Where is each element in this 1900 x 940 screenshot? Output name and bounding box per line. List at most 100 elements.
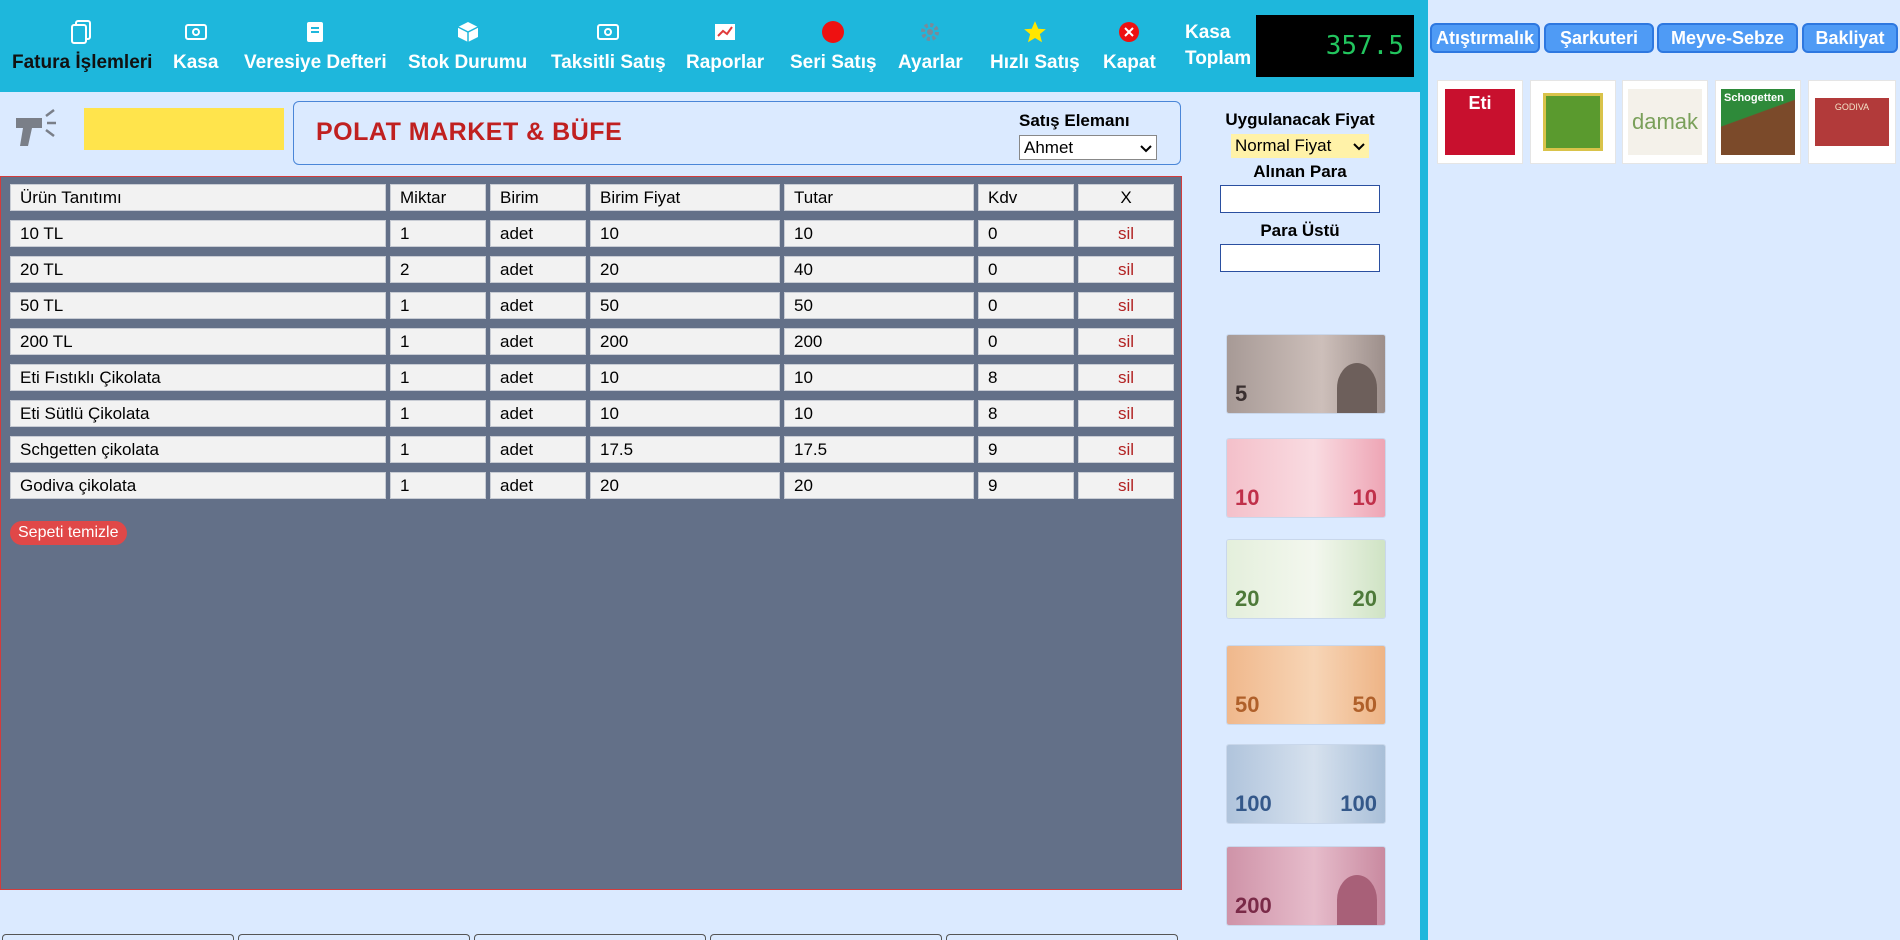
cell-quantity[interactable]: 1	[390, 328, 486, 355]
change-input[interactable]	[1220, 244, 1380, 272]
nav-label: Kasa	[173, 52, 219, 73]
nav-taksitli-satis[interactable]: Taksitli Satış	[551, 18, 666, 82]
delete-link[interactable]: sil	[1078, 472, 1174, 499]
book-icon	[301, 18, 329, 46]
price-type-select[interactable]: Normal Fiyat	[1231, 134, 1369, 158]
delete-link[interactable]: sil	[1078, 364, 1174, 391]
chevron-down-icon	[1140, 138, 1152, 158]
nav-label: Taksitli Satış	[551, 52, 666, 73]
cell-quantity[interactable]: 1	[390, 220, 486, 247]
cell-product: Eti Sütlü Çikolata	[10, 400, 386, 427]
cell-unit: adet	[490, 256, 586, 283]
product-brand: damak	[1631, 109, 1699, 134]
product-eti-fistikli[interactable]: Eti	[1437, 80, 1523, 164]
banknote-5[interactable]: 5	[1227, 335, 1385, 413]
cell-quantity[interactable]: 1	[390, 400, 486, 427]
nav-kapat[interactable]: Kapat	[1103, 18, 1156, 82]
nav-seri-satis[interactable]: Seri Satış	[790, 18, 877, 82]
category-atistirmalik[interactable]: Atıştırmalık	[1430, 23, 1540, 53]
product-schogetten[interactable]: Schogetten	[1715, 80, 1801, 164]
nav-raporlar[interactable]: Raporlar	[686, 18, 764, 82]
chocolate-package-icon: GODIVA	[1815, 98, 1889, 146]
table-row: 200 TL 1 adet 200 200 0 sil	[10, 328, 1174, 355]
table-row: 10 TL 1 adet 10 10 0 sil	[10, 220, 1174, 247]
col-header-miktar: Miktar	[390, 184, 486, 211]
nav-hizli-satis[interactable]: Hızlı Satış	[990, 18, 1080, 82]
banknote-200[interactable]: 200	[1227, 847, 1385, 925]
cell-unit: adet	[490, 400, 586, 427]
barcode-scanner-icon	[12, 106, 60, 154]
cell-kdv: 0	[978, 220, 1074, 247]
product-godiva[interactable]: GODIVA	[1808, 80, 1896, 164]
banknote-100[interactable]: 100 100	[1227, 745, 1385, 823]
clear-cart-button[interactable]: Sepeti temizle	[10, 521, 127, 545]
category-meyve-sebze[interactable]: Meyve-Sebze	[1657, 23, 1798, 53]
product-damak[interactable]: damak	[1622, 80, 1708, 164]
category-sarkuteri[interactable]: Şarkuteri	[1544, 23, 1654, 53]
bottom-tab[interactable]	[238, 934, 470, 940]
cell-product: 10 TL	[10, 220, 386, 247]
banknote-50[interactable]: 50 50	[1227, 646, 1385, 724]
cell-kdv: 0	[978, 292, 1074, 319]
chocolate-package-icon	[1543, 93, 1603, 151]
documents-icon	[68, 18, 96, 46]
kasa-total-display: 357.5	[1256, 15, 1414, 77]
cell-unit-price[interactable]: 10	[590, 364, 780, 391]
bottom-tab[interactable]	[474, 934, 706, 940]
delete-link[interactable]: sil	[1078, 220, 1174, 247]
cell-unit-price[interactable]: 20	[590, 472, 780, 499]
table-row: Eti Sütlü Çikolata 1 adet 10 10 8 sil	[10, 400, 1174, 427]
cell-product: 50 TL	[10, 292, 386, 319]
nav-label: Ayarlar	[898, 52, 963, 73]
nav-kasa[interactable]: Kasa	[173, 18, 218, 82]
received-money-input[interactable]	[1220, 185, 1380, 213]
category-bakliyat[interactable]: Bakliyat	[1802, 23, 1898, 53]
cell-unit-price[interactable]: 50	[590, 292, 780, 319]
cell-unit-price[interactable]: 10	[590, 400, 780, 427]
cell-product: 200 TL	[10, 328, 386, 355]
col-header-birim-fiyat: Birim Fiyat	[590, 184, 780, 211]
kasa-label-line1: Kasa	[1185, 22, 1231, 43]
bottom-tab[interactable]	[2, 934, 234, 940]
seller-select[interactable]: Ahmet	[1019, 135, 1157, 160]
cell-total: 10	[784, 220, 974, 247]
banknote-10[interactable]: 10 10	[1227, 439, 1385, 517]
nav-stok-durumu[interactable]: Stok Durumu	[408, 18, 527, 82]
nav-label: Fatura İşlemleri	[12, 52, 153, 73]
product-eti-sutlu[interactable]	[1530, 80, 1616, 164]
chocolate-package-icon: Eti	[1445, 89, 1515, 155]
cell-unit-price[interactable]: 17.5	[590, 436, 780, 463]
cell-unit-price[interactable]: 10	[590, 220, 780, 247]
nav-veresiye-defteri[interactable]: Veresiye Defteri	[244, 18, 387, 82]
cell-quantity[interactable]: 1	[390, 292, 486, 319]
banknote-20[interactable]: 20 20	[1227, 540, 1385, 618]
cell-unit-price[interactable]: 200	[590, 328, 780, 355]
cell-quantity[interactable]: 1	[390, 364, 486, 391]
cell-quantity[interactable]: 1	[390, 436, 486, 463]
nav-fatura-islemleri[interactable]: Fatura İşlemleri	[12, 18, 152, 82]
col-header-urun: Ürün Tanıtımı	[10, 184, 386, 211]
bottom-tab[interactable]	[946, 934, 1178, 940]
delete-link[interactable]: sil	[1078, 292, 1174, 319]
portrait-icon	[1337, 363, 1377, 413]
product-brand: Schogetten	[1724, 92, 1784, 104]
cell-unit: adet	[490, 436, 586, 463]
cell-kdv: 9	[978, 436, 1074, 463]
cell-unit-price[interactable]: 20	[590, 256, 780, 283]
chart-icon	[711, 18, 739, 46]
delete-link[interactable]: sil	[1078, 400, 1174, 427]
cell-quantity[interactable]: 2	[390, 256, 486, 283]
barcode-input[interactable]	[84, 108, 284, 150]
bottom-tab[interactable]	[710, 934, 942, 940]
banknote-value: 200	[1235, 893, 1272, 918]
delete-link[interactable]: sil	[1078, 436, 1174, 463]
delete-link[interactable]: sil	[1078, 328, 1174, 355]
nav-ayarlar[interactable]: Ayarlar	[898, 18, 963, 82]
chocolate-package-icon: Schogetten	[1721, 89, 1795, 155]
cell-quantity[interactable]: 1	[390, 472, 486, 499]
banknote-value: 10	[1235, 485, 1260, 510]
table-row: 20 TL 2 adet 20 40 0 sil	[10, 256, 1174, 283]
close-icon	[1115, 18, 1143, 46]
delete-link[interactable]: sil	[1078, 256, 1174, 283]
banknote-value-right: 50	[1352, 692, 1377, 717]
